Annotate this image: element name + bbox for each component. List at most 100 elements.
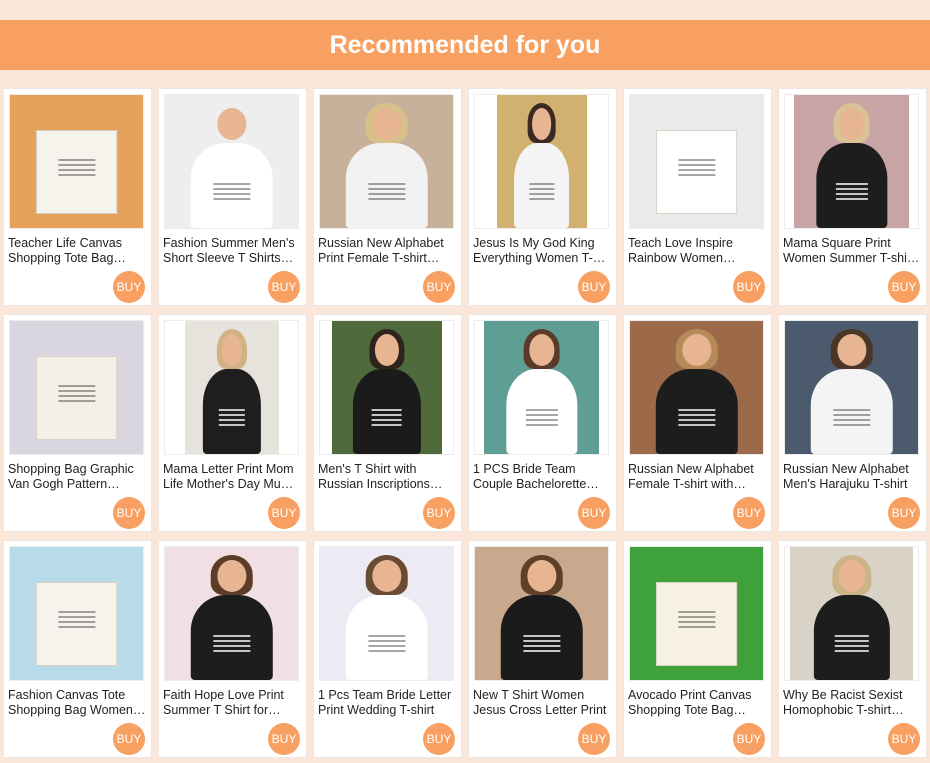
product-title[interactable]: Mama Square Print Women Summer T-shirt C…	[783, 236, 923, 266]
product-card-10[interactable]: 1 PCS Bride Team Couple Bachelorette Par…	[468, 314, 617, 532]
product-image[interactable]	[164, 320, 299, 455]
buy-button[interactable]: BUY	[888, 497, 920, 529]
tote-bag-collage	[10, 95, 143, 228]
woman-white-tshirt-alphabet	[320, 95, 453, 228]
product-title[interactable]: Faith Hope Love Print Summer T Shirt for…	[163, 688, 303, 718]
product-card-4[interactable]: Jesus Is My God King Everything Women T-…	[468, 88, 617, 306]
product-image[interactable]	[629, 320, 764, 455]
product-title[interactable]: Russian New Alphabet Print Female T-shir…	[318, 236, 458, 266]
product-card-13[interactable]: Fashion Canvas Tote Shopping Bag Women P…	[3, 540, 152, 758]
product-image[interactable]	[319, 546, 454, 681]
product-card-14[interactable]: Faith Hope Love Print Summer T Shirt for…	[158, 540, 307, 758]
rainbow-tote-bags	[630, 95, 763, 228]
product-image[interactable]	[784, 94, 919, 229]
buy-button[interactable]: BUY	[268, 271, 300, 303]
text-tote-bags	[10, 547, 143, 680]
shirt-print	[367, 182, 406, 202]
product-title[interactable]: Mama Letter Print Mom Life Mother's Day …	[163, 462, 303, 492]
product-title[interactable]: Russian New Alphabet Female T-shirt with…	[628, 462, 768, 492]
model-head	[528, 334, 555, 367]
product-card-16[interactable]: New T Shirt Women Jesus Cross Letter Pri…	[468, 540, 617, 758]
shirt-print	[677, 158, 716, 178]
product-title[interactable]: 1 PCS Bride Team Couple Bachelorette Par…	[473, 462, 613, 492]
shirt-print	[371, 408, 402, 428]
buy-button[interactable]: BUY	[113, 271, 145, 303]
model-head	[838, 108, 865, 141]
product-image[interactable]	[164, 546, 299, 681]
product-title[interactable]: Shopping Bag Graphic Van Gogh Pattern Ca…	[8, 462, 148, 492]
product-title[interactable]: Fashion Canvas Tote Shopping Bag Women P…	[8, 688, 148, 718]
product-title[interactable]: Avocado Print Canvas Shopping Tote Bag W…	[628, 688, 768, 718]
product-title[interactable]: Fashion Summer Men's Short Sleeve T Shir…	[163, 236, 303, 266]
shirt-print	[522, 634, 561, 654]
product-image[interactable]	[629, 94, 764, 229]
woman-black-tshirt-faith	[165, 547, 298, 680]
product-card-7[interactable]: Shopping Bag Graphic Van Gogh Pattern Ca…	[3, 314, 152, 532]
product-title[interactable]: New T Shirt Women Jesus Cross Letter Pri…	[473, 688, 613, 718]
buy-button[interactable]: BUY	[578, 271, 610, 303]
buy-button[interactable]: BUY	[423, 497, 455, 529]
model-head	[221, 334, 242, 367]
model-head	[526, 560, 557, 593]
buy-button[interactable]: BUY	[888, 723, 920, 755]
product-image[interactable]	[474, 546, 609, 681]
buy-button[interactable]: BUY	[888, 271, 920, 303]
woman-black-tshirt-text	[790, 547, 913, 680]
product-card-6[interactable]: Mama Square Print Women Summer T-shirt C…	[778, 88, 927, 306]
buy-button[interactable]: BUY	[733, 271, 765, 303]
buy-button[interactable]: BUY	[578, 723, 610, 755]
buy-button[interactable]: BUY	[423, 271, 455, 303]
product-card-8[interactable]: Mama Letter Print Mom Life Mother's Day …	[158, 314, 307, 532]
product-card-15[interactable]: 1 Pcs Team Bride Letter Print Wedding T-…	[313, 540, 462, 758]
shirt-print	[525, 408, 558, 428]
product-image[interactable]	[474, 320, 609, 455]
shirt-print	[835, 182, 868, 202]
product-card-3[interactable]: Russian New Alphabet Print Female T-shir…	[313, 88, 462, 306]
product-title[interactable]: Teach Love Inspire Rainbow Women Canvas …	[628, 236, 768, 266]
product-title[interactable]: Jesus Is My God King Everything Women T-…	[473, 236, 613, 266]
product-title[interactable]: Why Be Racist Sexist Homophobic T-shirt …	[783, 688, 923, 718]
product-image[interactable]	[784, 546, 919, 681]
product-card-11[interactable]: Russian New Alphabet Female T-shirt with…	[623, 314, 772, 532]
product-image[interactable]	[9, 320, 144, 455]
white-tshirt-red-print	[165, 95, 298, 228]
product-image[interactable]	[319, 320, 454, 455]
woman-black-tshirt-jesus	[475, 547, 608, 680]
product-title[interactable]: Men's T Shirt with Russian Inscriptions …	[318, 462, 458, 492]
product-card-9[interactable]: Men's T Shirt with Russian Inscriptions …	[313, 314, 462, 532]
product-image[interactable]	[9, 94, 144, 229]
shirt-print	[212, 634, 251, 654]
product-card-17[interactable]: Avocado Print Canvas Shopping Tote Bag W…	[623, 540, 772, 758]
product-image[interactable]	[164, 94, 299, 229]
buy-button[interactable]: BUY	[423, 723, 455, 755]
product-card-12[interactable]: Russian New Alphabet Men's Harajuku T-sh…	[778, 314, 927, 532]
product-image[interactable]	[784, 320, 919, 455]
product-image[interactable]	[9, 546, 144, 681]
product-image[interactable]	[319, 94, 454, 229]
shirt-print	[218, 408, 245, 428]
model-head	[216, 560, 247, 593]
buy-button[interactable]: BUY	[268, 497, 300, 529]
product-card-5[interactable]: Teach Love Inspire Rainbow Women Canvas …	[623, 88, 772, 306]
shirt-print	[367, 634, 406, 654]
product-title[interactable]: Russian New Alphabet Men's Harajuku T-sh…	[783, 462, 923, 492]
buy-button[interactable]: BUY	[113, 497, 145, 529]
page-title: Recommended for you	[329, 30, 601, 59]
product-card-18[interactable]: Why Be Racist Sexist Homophobic T-shirt …	[778, 540, 927, 758]
product-image[interactable]	[474, 94, 609, 229]
product-image[interactable]	[629, 546, 764, 681]
man-black-tshirt-beard	[331, 321, 442, 454]
shirt-print	[528, 182, 555, 202]
buy-button[interactable]: BUY	[268, 723, 300, 755]
model-head	[371, 108, 402, 141]
buy-button[interactable]: BUY	[113, 723, 145, 755]
product-title[interactable]: 1 Pcs Team Bride Letter Print Wedding T-…	[318, 688, 458, 718]
product-title[interactable]: Teacher Life Canvas Shopping Tote Bag Wo…	[8, 236, 148, 266]
model-head	[836, 334, 867, 367]
team-bride-women-tutus	[320, 547, 453, 680]
buy-button[interactable]: BUY	[578, 497, 610, 529]
buy-button[interactable]: BUY	[733, 723, 765, 755]
buy-button[interactable]: BUY	[733, 497, 765, 529]
product-card-2[interactable]: Fashion Summer Men's Short Sleeve T Shir…	[158, 88, 307, 306]
product-card-1[interactable]: Teacher Life Canvas Shopping Tote Bag Wo…	[3, 88, 152, 306]
